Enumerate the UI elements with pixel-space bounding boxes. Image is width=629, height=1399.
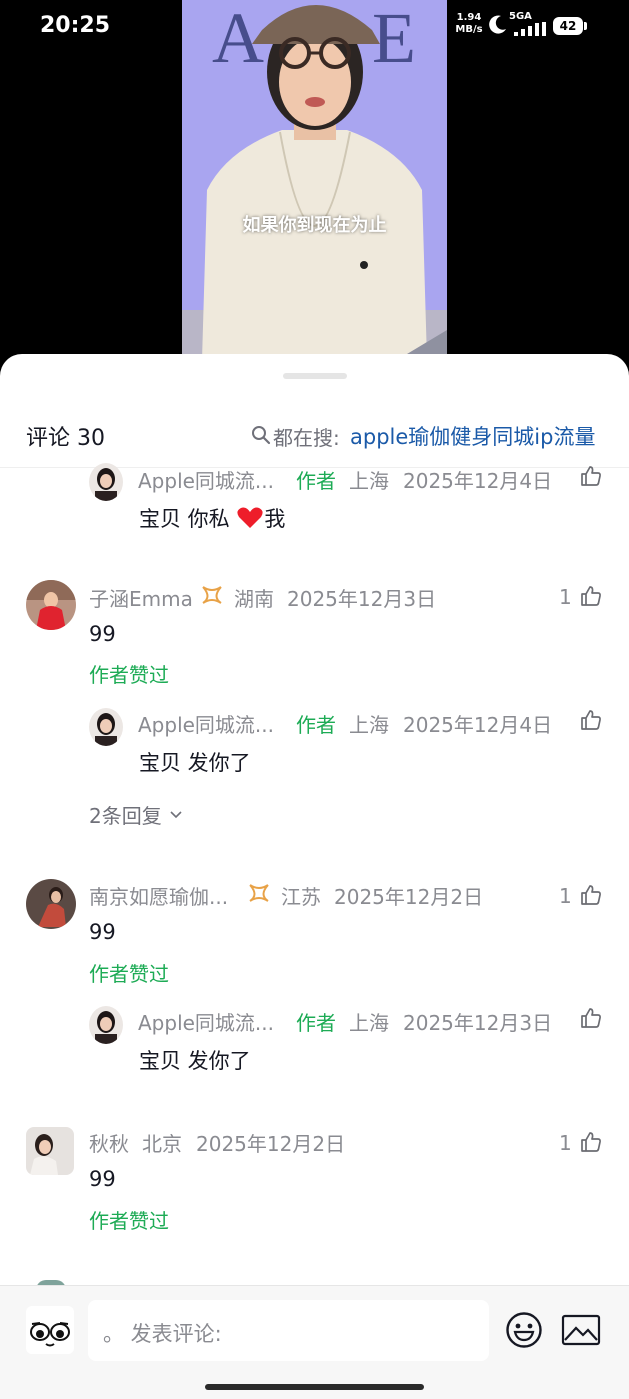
expand-replies-button[interactable]: 2条回复	[89, 800, 184, 829]
author-badge: 作者	[296, 469, 336, 493]
reply-location: 上海	[349, 1011, 389, 1035]
like-count: 1	[559, 1131, 572, 1155]
video-player[interactable]: A E	[182, 0, 447, 360]
video-frame-image: A E	[182, 0, 447, 360]
vip-badge-icon	[202, 586, 222, 604]
comment-count-title: 评论 30	[26, 426, 105, 451]
author-badge: 作者	[296, 713, 336, 737]
battery-tip	[584, 22, 587, 30]
author-liked-label: 作者赞过	[89, 663, 169, 687]
reply-date: 2025年12月4日	[403, 469, 553, 493]
like-count: 1	[559, 585, 572, 609]
reply-avatar[interactable]	[89, 463, 123, 501]
reply-username[interactable]: Apple同城流...	[138, 709, 274, 738]
thumbs-up-icon[interactable]	[579, 464, 603, 488]
emoji-icon[interactable]	[505, 1311, 543, 1349]
reply-date: 2025年12月3日	[403, 1011, 553, 1035]
home-indicator[interactable]	[205, 1384, 424, 1390]
thumbs-up-icon[interactable]	[579, 584, 603, 608]
signal-icon	[514, 22, 546, 36]
comment-text: 99	[89, 1167, 116, 1191]
comment-input-placeholder: 。 发表评论:	[103, 1322, 222, 1346]
reply-text: 宝贝 你私 我	[139, 507, 286, 531]
commenter-avatar[interactable]	[26, 879, 76, 929]
reply-text: 宝贝 发你了	[139, 751, 251, 775]
network-speed: 1.94 MB/s	[455, 12, 483, 35]
author-liked-label: 作者赞过	[89, 962, 169, 986]
chevron-down-icon	[170, 811, 182, 819]
thumbs-up-icon[interactable]	[579, 708, 603, 732]
reply-username[interactable]: Apple同城流...	[138, 1007, 274, 1036]
commenter-username[interactable]: 秋秋	[89, 1128, 129, 1157]
reply-date: 2025年12月4日	[403, 713, 553, 737]
vip-badge-icon	[249, 884, 269, 902]
search-prefix[interactable]: 都在搜:	[273, 422, 340, 451]
thumbs-up-icon[interactable]	[579, 1130, 603, 1154]
search-icon[interactable]	[251, 425, 271, 445]
reply-text: 宝贝 发你了	[139, 1049, 251, 1073]
search-suggestion-link[interactable]: apple瑜伽健身同城ip流量	[350, 421, 595, 451]
moon-icon	[489, 15, 506, 34]
commenter-username[interactable]: 子涵Emma	[89, 583, 193, 612]
reply-avatar[interactable]	[89, 708, 123, 746]
comment-text: 99	[89, 622, 116, 646]
battery-indicator: 42	[553, 17, 583, 35]
comment-sheet	[0, 354, 629, 1399]
comment-date: 2025年12月2日	[334, 885, 484, 909]
comment-date: 2025年12月3日	[287, 587, 437, 611]
network-type: 5GA	[509, 11, 532, 22]
reply-avatar[interactable]	[89, 1006, 123, 1044]
reply-location: 上海	[349, 469, 389, 493]
commenter-location: 湖南	[234, 587, 274, 611]
sticker-icon[interactable]	[26, 1306, 74, 1354]
like-count: 1	[559, 884, 572, 908]
status-time: 20:25	[40, 13, 111, 38]
author-badge: 作者	[296, 1011, 336, 1035]
heart-icon	[237, 507, 263, 528]
reply-location: 上海	[349, 713, 389, 737]
image-icon[interactable]	[561, 1314, 601, 1346]
commenter-username[interactable]: 南京如愿瑜伽...	[89, 881, 228, 910]
comment-date: 2025年12月2日	[196, 1132, 346, 1156]
thumbs-up-icon[interactable]	[579, 883, 603, 907]
drag-handle[interactable]	[283, 373, 347, 379]
svg-text:E: E	[372, 0, 416, 78]
commenter-avatar[interactable]	[26, 1127, 74, 1175]
thumbs-up-icon[interactable]	[579, 1006, 603, 1030]
author-liked-label: 作者赞过	[89, 1209, 169, 1233]
commenter-location: 江苏	[281, 885, 321, 909]
commenter-location: 北京	[142, 1132, 182, 1156]
reply-username[interactable]: Apple同城流...	[138, 465, 274, 494]
video-subtitle: 如果你到现在为止	[242, 215, 387, 236]
comment-text: 99	[89, 920, 116, 944]
commenter-avatar[interactable]	[26, 580, 76, 630]
